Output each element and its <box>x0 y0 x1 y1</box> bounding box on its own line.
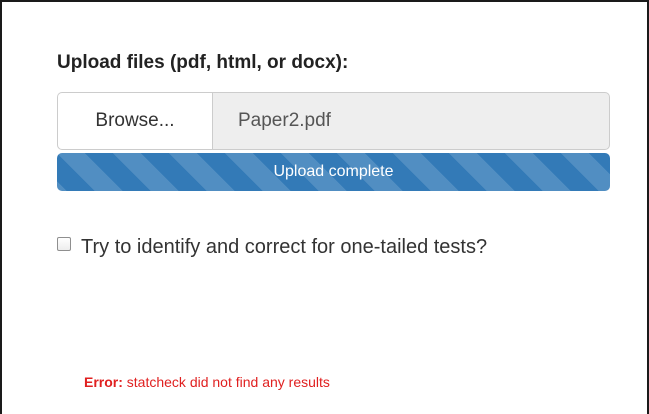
browse-button[interactable]: Browse... <box>57 92 212 150</box>
upload-files-label: Upload files (pdf, html, or docx): <box>57 52 349 73</box>
upload-progress-bar: Upload complete <box>57 153 610 191</box>
selected-file-name-field: Paper2.pdf <box>212 92 610 150</box>
one-tailed-checkbox[interactable] <box>57 237 71 251</box>
error-message: Error: statcheck did not find any result… <box>84 374 330 390</box>
upload-progress: Upload complete <box>57 153 610 191</box>
file-input-group[interactable]: Browse... Paper2.pdf <box>57 92 610 150</box>
one-tailed-label[interactable]: Try to identify and correct for one-tail… <box>81 230 561 264</box>
error-prefix: Error: <box>84 374 123 390</box>
error-text: statcheck did not find any results <box>126 374 330 390</box>
app-panel: Upload files (pdf, html, or docx): Brows… <box>0 0 649 414</box>
